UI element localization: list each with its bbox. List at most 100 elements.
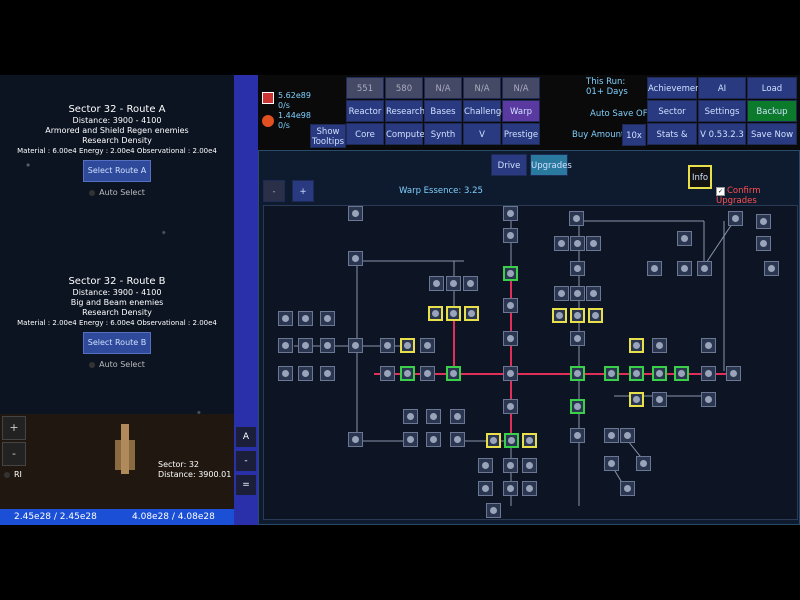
load-button[interactable]: Load [747, 77, 797, 99]
upgrade-node-bought[interactable] [446, 366, 461, 381]
upgrade-node[interactable] [677, 231, 692, 246]
upgrade-node[interactable] [278, 366, 293, 381]
tab-stat-3[interactable]: N/A [424, 77, 462, 99]
strip-a-button[interactable]: A [236, 427, 256, 447]
upgrade-node-bought[interactable] [400, 366, 415, 381]
select-route-b-button[interactable]: Select Route B [82, 332, 152, 354]
confirm-upgrades-toggle[interactable]: ✓ Confirm Upgrades [716, 186, 799, 206]
tab-warp-drive[interactable]: Warp Driv [502, 100, 540, 139]
tab-challenge[interactable]: Challenge [463, 100, 507, 122]
tab-core[interactable]: Core [346, 123, 384, 145]
upgrade-node[interactable] [503, 298, 518, 313]
tab-synth[interactable]: Synth [424, 123, 462, 145]
ai-button[interactable]: AI [698, 77, 746, 99]
upgrade-node[interactable] [764, 261, 779, 276]
upgrade-node-available[interactable] [486, 433, 501, 448]
save-now-button[interactable]: Save Now [747, 123, 797, 145]
tab-stat-1[interactable]: 551 [346, 77, 384, 99]
upgrade-node[interactable] [652, 338, 667, 353]
upgrade-node[interactable] [652, 392, 667, 407]
upgrade-node-bought[interactable] [604, 366, 619, 381]
select-route-a-button[interactable]: Select Route A [82, 160, 152, 182]
upgrade-node[interactable] [570, 236, 585, 251]
upgrade-node[interactable] [348, 251, 363, 266]
upgrade-node[interactable] [570, 261, 585, 276]
show-tooltips-button[interactable]: Show Tooltips [310, 124, 346, 148]
strip-eq-button[interactable]: = [236, 475, 256, 495]
upgrade-node[interactable] [697, 261, 712, 276]
upgrade-node[interactable] [701, 366, 716, 381]
upgrade-node[interactable] [569, 211, 584, 226]
upgrade-node[interactable] [403, 409, 418, 424]
upgrade-node[interactable] [756, 214, 771, 229]
upgrade-node[interactable] [420, 338, 435, 353]
upgrade-node[interactable] [486, 503, 501, 518]
tab-reactor[interactable]: Reactor [346, 100, 384, 122]
upgrade-node[interactable] [620, 428, 635, 443]
upgrade-node[interactable] [426, 409, 441, 424]
upgrade-node[interactable] [728, 211, 743, 226]
upgrade-node-bought[interactable] [570, 366, 585, 381]
upgrade-node[interactable] [450, 432, 465, 447]
upgrade-node[interactable] [298, 311, 313, 326]
upgrade-node[interactable] [478, 481, 493, 496]
upgrade-node[interactable] [503, 366, 518, 381]
upgrade-node-available[interactable] [522, 433, 537, 448]
upgrade-node[interactable] [380, 366, 395, 381]
upgrade-node[interactable] [298, 366, 313, 381]
zoom-out-button[interactable]: - [2, 442, 26, 466]
upgrade-node[interactable] [647, 261, 662, 276]
upgrade-node[interactable] [503, 481, 518, 496]
zoom-in-button[interactable]: + [2, 416, 26, 440]
upgrade-node-available[interactable] [588, 308, 603, 323]
route-a-auto-select[interactable]: Auto Select [0, 188, 234, 198]
backup-button[interactable]: Backup [747, 100, 797, 122]
upgrade-node[interactable] [403, 432, 418, 447]
upgrade-node[interactable] [278, 311, 293, 326]
upgrade-node[interactable] [570, 428, 585, 443]
upgrade-node[interactable] [554, 286, 569, 301]
route-b-auto-select[interactable]: Auto Select [0, 360, 234, 370]
upgrade-node-available[interactable] [552, 308, 567, 323]
upgrade-node[interactable] [446, 276, 461, 291]
sector-data-button[interactable]: Sector Data [647, 100, 697, 139]
upgrade-node[interactable] [348, 206, 363, 221]
tab-stat-5[interactable]: N/A [502, 77, 540, 99]
tab-drive[interactable]: Drive [491, 154, 527, 176]
upgrade-node[interactable] [450, 409, 465, 424]
upgrade-node[interactable] [348, 338, 363, 353]
upgrade-node[interactable] [380, 338, 395, 353]
tab-compute[interactable]: Compute [385, 123, 425, 145]
upgrade-node[interactable] [420, 366, 435, 381]
zoom-out-tree-button[interactable]: - [263, 180, 285, 202]
upgrade-node[interactable] [554, 236, 569, 251]
upgrade-node[interactable] [570, 286, 585, 301]
upgrade-node[interactable] [586, 236, 601, 251]
upgrade-node[interactable] [701, 338, 716, 353]
zoom-in-tree-button[interactable]: + [292, 180, 314, 202]
achievements-button[interactable]: Achievemen [647, 77, 700, 99]
upgrade-node-bought[interactable] [629, 366, 644, 381]
upgrade-node-available[interactable] [629, 392, 644, 407]
upgrade-node[interactable] [522, 481, 537, 496]
upgrade-node[interactable] [726, 366, 741, 381]
upgrade-node[interactable] [701, 392, 716, 407]
tab-upgrades[interactable]: Upgrades [530, 154, 572, 176]
upgrade-node[interactable] [503, 331, 518, 346]
upgrade-node-bought[interactable] [504, 433, 519, 448]
stats-info-button[interactable]: Stats & Info [647, 123, 697, 162]
buy-amount-button[interactable]: 10x [622, 124, 646, 146]
upgrade-node[interactable] [463, 276, 478, 291]
upgrade-node[interactable] [478, 458, 493, 473]
upgrade-node[interactable] [429, 276, 444, 291]
upgrade-node[interactable] [522, 458, 537, 473]
upgrade-node-bought[interactable] [503, 266, 518, 281]
upgrade-node[interactable] [503, 228, 518, 243]
upgrade-node[interactable] [677, 261, 692, 276]
upgrade-node[interactable] [298, 338, 313, 353]
upgrade-node[interactable] [503, 458, 518, 473]
tab-prestige[interactable]: Prestige [502, 123, 540, 145]
upgrade-node-available[interactable] [464, 306, 479, 321]
upgrade-node[interactable] [426, 432, 441, 447]
tab-research[interactable]: Research [385, 100, 425, 122]
